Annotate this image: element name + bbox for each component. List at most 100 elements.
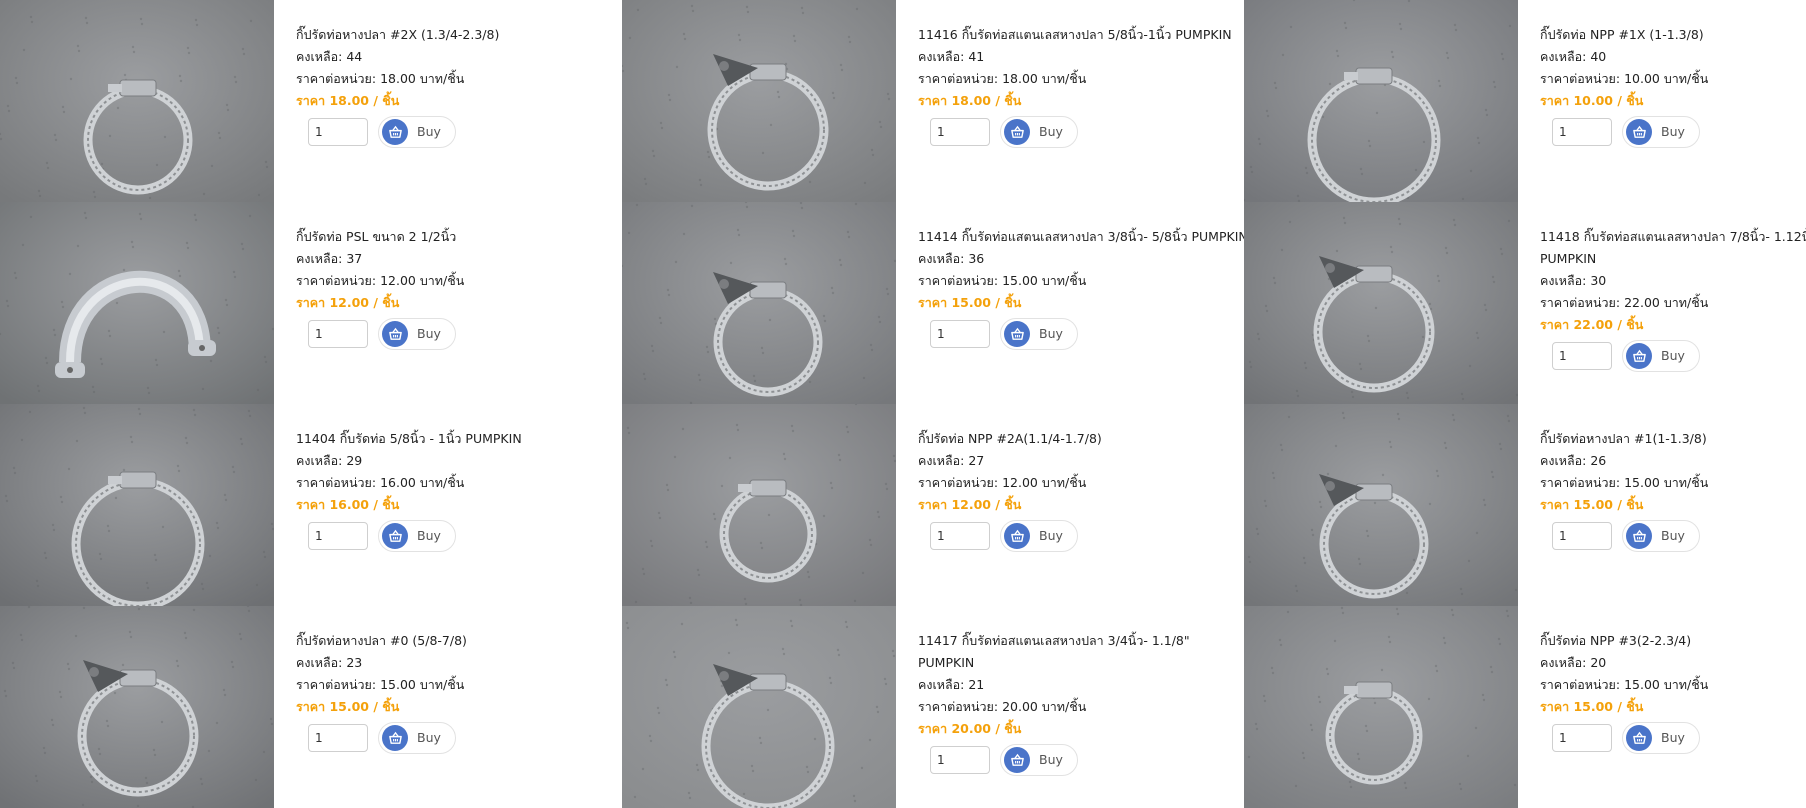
price-label: ราคา 15.00 / ชิ้น (1540, 497, 1644, 512)
stock-line: คงเหลือ: 36 (918, 248, 1248, 270)
product-name[interactable]: กิ๊ปรัดท่อหางปลา #0 (5/8-7/8) (296, 630, 626, 652)
buy-label: Buy (1039, 528, 1063, 543)
buy-button[interactable]: Buy (1000, 744, 1078, 776)
quantity-input[interactable] (308, 118, 368, 146)
product-name[interactable]: 11414 กิ๊บรัดท่อแสตนเลสหางปลา 3/8นิ้ว- 5… (918, 226, 1248, 248)
unit-price-label: ราคาต่อหน่วย: (1540, 71, 1621, 86)
unit-price-line: ราคาต่อหน่วย: 12.00 บาท/ชิ้น (918, 472, 1248, 494)
quantity-input[interactable] (1552, 724, 1612, 752)
buy-button[interactable]: Buy (1000, 520, 1078, 552)
product-name[interactable]: กิ๊ปรัดท่อ PSL ขนาด 2 1/2นิ้ว (296, 226, 626, 248)
product-name[interactable]: 11418 กิ๊บรัดท่อสแตนเลสหางปลา 7/8นิ้ว- 1… (1540, 226, 1806, 270)
buy-row: Buy (930, 520, 1248, 552)
buy-button[interactable]: Buy (1622, 340, 1700, 372)
product-name[interactable]: 11417 กิ๊บรัดท่อสแตนเลสหางปลา 3/4นิ้ว- 1… (918, 630, 1248, 674)
stock-label: คงเหลือ: (296, 49, 343, 64)
quantity-input[interactable] (930, 118, 990, 146)
unit-price-label: ราคาต่อหน่วย: (296, 677, 377, 692)
product-name[interactable]: กิ๊ปรัดท่อหางปลา #1(1-1.3/8) (1540, 428, 1806, 450)
buy-label: Buy (1661, 528, 1685, 543)
stock-label: คงเหลือ: (918, 453, 965, 468)
product-name[interactable]: กิ๊ปรัดท่อหางปลา #2X (1.3/4-2.3/8) (296, 24, 626, 46)
unit-price-label: ราคาต่อหน่วย: (918, 71, 999, 86)
quantity-input[interactable] (1552, 118, 1612, 146)
product-image[interactable] (622, 202, 896, 404)
product-image[interactable] (622, 404, 896, 606)
stock-line: คงเหลือ: 40 (1540, 46, 1806, 68)
product-image[interactable] (1244, 404, 1518, 606)
product-name[interactable]: 11404 กิ๊บรัดท่อ 5/8นิ้ว - 1นิ้ว PUMPKIN (296, 428, 626, 450)
product-info: กิ๊ปรัดท่อ NPP #3(2-2.3/4) คงเหลือ: 20 ร… (1540, 630, 1806, 754)
stock-value: 37 (346, 251, 363, 266)
price-label: ราคา 20.00 / ชิ้น (918, 721, 1022, 736)
quantity-input[interactable] (308, 724, 368, 752)
unit-price-value: 22.00 บาท/ชิ้น (1624, 295, 1709, 310)
basket-icon (1004, 119, 1030, 145)
buy-button[interactable]: Buy (378, 520, 456, 552)
product-name[interactable]: กิ๊ปรัดท่อ NPP #1X (1-1.3/8) (1540, 24, 1806, 46)
basket-icon (1626, 343, 1652, 369)
product-image[interactable] (1244, 606, 1518, 808)
product-name[interactable]: กิ๊ปรัดท่อ NPP #2A(1.1/4-1.7/8) (918, 428, 1248, 450)
buy-row: Buy (930, 744, 1248, 776)
buy-button[interactable]: Buy (378, 318, 456, 350)
product-grid: กิ๊ปรัดท่อหางปลา #2X (1.3/4-2.3/8) คงเหล… (0, 0, 1806, 808)
price-label: ราคา 10.00 / ชิ้น (1540, 93, 1644, 108)
stock-line: คงเหลือ: 41 (918, 46, 1248, 68)
product-image[interactable] (0, 202, 274, 404)
product-image[interactable] (622, 606, 896, 808)
buy-button[interactable]: Buy (1000, 318, 1078, 350)
product-info: กิ๊ปรัดท่อหางปลา #2X (1.3/4-2.3/8) คงเหล… (296, 24, 626, 148)
quantity-input[interactable] (308, 522, 368, 550)
unit-price-value: 15.00 บาท/ชิ้น (1002, 273, 1087, 288)
unit-price-label: ราคาต่อหน่วย: (1540, 677, 1621, 692)
stock-label: คงเหลือ: (918, 49, 965, 64)
buy-button[interactable]: Buy (1622, 520, 1700, 552)
price-label: ราคา 12.00 / ชิ้น (918, 497, 1022, 512)
unit-price-label: ราคาต่อหน่วย: (918, 699, 999, 714)
buy-row: Buy (930, 318, 1248, 350)
quantity-input[interactable] (930, 746, 990, 774)
product-image[interactable] (0, 606, 274, 808)
quantity-input[interactable] (930, 522, 990, 550)
quantity-input[interactable] (1552, 522, 1612, 550)
stock-line: คงเหลือ: 21 (918, 674, 1248, 696)
product-image[interactable] (0, 404, 274, 606)
buy-label: Buy (417, 528, 441, 543)
product-image[interactable] (622, 0, 896, 202)
product-name[interactable]: 11416 กิ๊บรัดท่อสแตนเลสหางปลา 5/8นิ้ว-1น… (918, 24, 1248, 46)
stock-label: คงเหลือ: (296, 655, 343, 670)
unit-price-label: ราคาต่อหน่วย: (1540, 475, 1621, 490)
buy-row: Buy (308, 116, 626, 148)
buy-button[interactable]: Buy (1000, 116, 1078, 148)
buy-row: Buy (308, 722, 626, 754)
product-card: กิ๊ปรัดท่อหางปลา #2X (1.3/4-2.3/8) คงเหล… (0, 0, 620, 202)
product-image[interactable] (1244, 0, 1518, 202)
buy-button[interactable]: Buy (1622, 116, 1700, 148)
buy-label: Buy (1039, 326, 1063, 341)
product-info: กิ๊ปรัดท่อ PSL ขนาด 2 1/2นิ้ว คงเหลือ: 3… (296, 226, 626, 350)
product-info: 11414 กิ๊บรัดท่อแสตนเลสหางปลา 3/8นิ้ว- 5… (918, 226, 1248, 350)
product-info: กิ๊ปรัดท่อหางปลา #0 (5/8-7/8) คงเหลือ: 2… (296, 630, 626, 754)
buy-button[interactable]: Buy (1622, 722, 1700, 754)
quantity-input[interactable] (930, 320, 990, 348)
butterfly-hose-clamp-image (622, 606, 896, 808)
stock-label: คงเหลือ: (1540, 49, 1587, 64)
product-image[interactable] (1244, 202, 1518, 404)
stock-line: คงเหลือ: 37 (296, 248, 626, 270)
unit-price-line: ราคาต่อหน่วย: 20.00 บาท/ชิ้น (918, 696, 1248, 718)
quantity-input[interactable] (308, 320, 368, 348)
buy-row: Buy (930, 116, 1248, 148)
buy-label: Buy (417, 730, 441, 745)
product-image[interactable] (0, 0, 274, 202)
unit-price-line: ราคาต่อหน่วย: 15.00 บาท/ชิ้น (1540, 472, 1806, 494)
unit-price-value: 18.00 บาท/ชิ้น (1002, 71, 1087, 86)
unit-price-line: ราคาต่อหน่วย: 18.00 บาท/ชิ้น (296, 68, 626, 90)
buy-button[interactable]: Buy (378, 722, 456, 754)
unit-price-value: 15.00 บาท/ชิ้น (380, 677, 465, 692)
stock-value: 27 (968, 453, 985, 468)
product-name[interactable]: กิ๊ปรัดท่อ NPP #3(2-2.3/4) (1540, 630, 1806, 652)
product-info: 11404 กิ๊บรัดท่อ 5/8นิ้ว - 1นิ้ว PUMPKIN… (296, 428, 626, 552)
buy-button[interactable]: Buy (378, 116, 456, 148)
quantity-input[interactable] (1552, 342, 1612, 370)
